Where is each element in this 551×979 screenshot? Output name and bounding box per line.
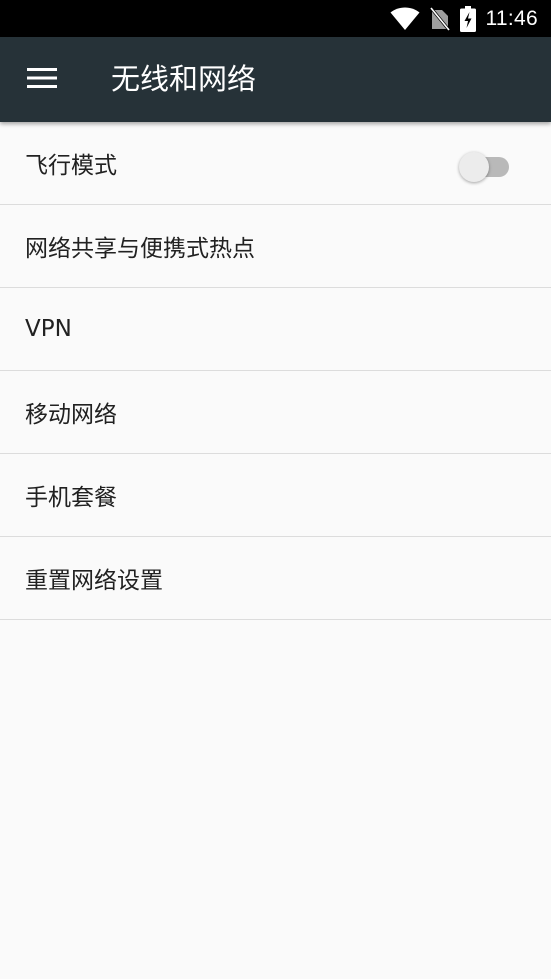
settings-item-mobile-network[interactable]: 移动网络: [0, 371, 551, 454]
page-title: 无线和网络: [111, 62, 257, 96]
no-sim-icon: [429, 6, 450, 31]
settings-item-airplane-mode[interactable]: 飞行模式: [0, 122, 551, 205]
menu-button[interactable]: [14, 52, 70, 108]
settings-item-label: 移动网络: [25, 402, 117, 428]
settings-item-label: 手机套餐: [25, 485, 117, 511]
toggle-thumb: [459, 152, 489, 182]
battery-charging-icon: [459, 5, 476, 32]
airplane-mode-toggle[interactable]: [459, 149, 511, 182]
menu-icon: [27, 67, 57, 93]
settings-item-label: 网络共享与便携式热点: [25, 236, 255, 262]
settings-item-network-reset[interactable]: 重置网络设置: [0, 537, 551, 620]
settings-item-tethering-hotspot[interactable]: 网络共享与便携式热点: [0, 205, 551, 288]
settings-list: 飞行模式 网络共享与便携式热点 VPN 移动网络 手机套餐 重置网络设置: [0, 122, 551, 620]
status-bar: 11:46: [0, 0, 551, 37]
app-bar: 无线和网络: [0, 37, 551, 122]
settings-item-label: VPN: [25, 316, 72, 342]
status-clock: 11:46: [485, 6, 538, 30]
settings-item-label: 重置网络设置: [25, 568, 163, 594]
wifi-icon: [390, 7, 420, 31]
settings-item-label: 飞行模式: [25, 153, 117, 179]
settings-item-mobile-plan[interactable]: 手机套餐: [0, 454, 551, 537]
settings-item-vpn[interactable]: VPN: [0, 288, 551, 371]
